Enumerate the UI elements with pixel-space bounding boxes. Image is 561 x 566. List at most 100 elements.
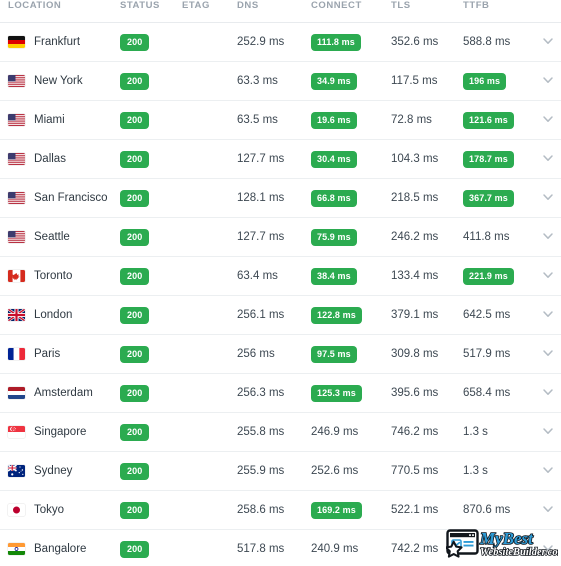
chevron-down-icon[interactable] <box>541 463 555 477</box>
chevron-down-icon[interactable] <box>541 151 555 165</box>
connect-badge: 34.9 ms <box>311 72 357 90</box>
location-name: San Francisco <box>34 192 108 204</box>
connect-badge: 125.3 ms <box>311 384 362 402</box>
status-badge: 200 <box>120 384 150 402</box>
expand-row-button[interactable] <box>535 530 561 566</box>
chevron-down-icon[interactable] <box>541 73 555 87</box>
column-header-status[interactable]: STATUS <box>120 0 182 23</box>
expand-row-button[interactable] <box>535 452 561 491</box>
table-row[interactable]: New York 200 63.3 ms 34.9 ms 117.5 ms 196 ms <box>0 62 561 101</box>
status-cell: 200 <box>120 413 182 452</box>
etag-cell <box>182 101 237 140</box>
connect-cell: 30.4 ms <box>311 140 391 179</box>
table-row[interactable]: Bangalore 200 517.8 ms 240.9 ms 742.2 ms <box>0 530 561 566</box>
location-cell: Seattle <box>0 218 120 257</box>
ttfb-cell: 121.6 ms <box>463 101 535 140</box>
expand-row-button[interactable] <box>535 335 561 374</box>
expand-row-button[interactable] <box>535 491 561 530</box>
dns-cell: 255.9 ms <box>237 465 285 477</box>
expand-row-button[interactable] <box>535 179 561 218</box>
etag-cell <box>182 452 237 491</box>
table-row[interactable]: Paris 200 256 ms 97.5 ms 309.8 ms 517.9 ms <box>0 335 561 374</box>
location-name: Seattle <box>34 231 70 243</box>
flag-us-icon <box>8 75 25 87</box>
chevron-down-icon[interactable] <box>541 385 555 399</box>
location-wrap: Frankfurt <box>8 36 120 48</box>
table-row[interactable]: Seattle 200 127.7 ms 75.9 ms 246.2 ms 411.8 m… <box>0 218 561 257</box>
location-name: Dallas <box>34 153 66 165</box>
ttfb-cell <box>463 530 535 566</box>
expand-row-button[interactable] <box>535 23 561 62</box>
expand-row-button[interactable] <box>535 413 561 452</box>
expand-row-button[interactable] <box>535 140 561 179</box>
location-performance-table: LOCATION STATUS ETAG DNS CONNECT TLS TTF… <box>0 0 561 566</box>
column-header-ttfb[interactable]: TTFB <box>463 0 535 23</box>
chevron-down-icon[interactable] <box>541 307 555 321</box>
status-cell: 200 <box>120 452 182 491</box>
dns-cell: 63.3 ms <box>237 75 278 87</box>
table-row[interactable]: Toronto 200 63.4 ms 38.4 ms 133.4 ms 221.9 ms <box>0 257 561 296</box>
chevron-down-icon[interactable] <box>541 229 555 243</box>
column-header-etag[interactable]: ETAG <box>182 0 237 23</box>
chevron-down-icon[interactable] <box>541 502 555 516</box>
table-row[interactable]: Tokyo 200 258.6 ms 169.2 ms 522.1 ms 870.6 ms <box>0 491 561 530</box>
status-badge: 200 <box>120 150 150 168</box>
location-cell: Paris <box>0 335 120 374</box>
table-row[interactable]: Frankfurt 200 252.9 ms 111.8 ms 352.6 ms 588.… <box>0 23 561 62</box>
chevron-down-icon[interactable] <box>541 112 555 126</box>
ttfb-cell: 517.9 ms <box>463 348 511 360</box>
table-row[interactable]: Sydney 200 255.9 ms 252.6 ms 770.5 ms 1.3 s <box>0 452 561 491</box>
column-header-tls[interactable]: TLS <box>391 0 463 23</box>
table-header-row: LOCATION STATUS ETAG DNS CONNECT TLS TTF… <box>0 0 561 23</box>
connect-cell: 111.8 ms <box>311 23 391 62</box>
expand-row-button[interactable] <box>535 218 561 257</box>
connect-badge: 30.4 ms <box>311 150 357 168</box>
expand-row-button[interactable] <box>535 257 561 296</box>
expand-row-button[interactable] <box>535 101 561 140</box>
status-cell: 200 <box>120 179 182 218</box>
expand-row-button[interactable] <box>535 374 561 413</box>
expand-row-button[interactable] <box>535 62 561 101</box>
location-wrap: Singapore <box>8 426 120 438</box>
table-row[interactable]: Singapore 200 255.8 ms 246.9 ms 746.2 ms 1.3 … <box>0 413 561 452</box>
etag-cell <box>182 218 237 257</box>
status-badge: 200 <box>120 306 150 324</box>
tls-cell: 72.8 ms <box>391 114 432 126</box>
location-wrap: London <box>8 309 120 321</box>
flag-us-icon <box>8 153 25 165</box>
expand-row-button[interactable] <box>535 296 561 335</box>
chevron-down-icon[interactable] <box>541 541 555 555</box>
table-row[interactable]: Amsterdam 200 256.3 ms 125.3 ms 395.6 ms 658.… <box>0 374 561 413</box>
location-wrap: New York <box>8 75 120 87</box>
chevron-down-icon[interactable] <box>541 34 555 48</box>
table-row[interactable]: Dallas 200 127.7 ms 30.4 ms 104.3 ms 178.7 ms <box>0 140 561 179</box>
location-wrap: Miami <box>8 114 120 126</box>
tls-cell: 742.2 ms <box>391 543 439 556</box>
column-header-location[interactable]: LOCATION <box>0 0 120 23</box>
chevron-down-icon[interactable] <box>541 268 555 282</box>
location-wrap: Tokyo <box>8 504 120 516</box>
chevron-down-icon[interactable] <box>541 346 555 360</box>
column-header-dns[interactable]: DNS <box>237 0 311 23</box>
status-cell: 200 <box>120 530 182 566</box>
column-header-connect[interactable]: CONNECT <box>311 0 391 23</box>
status-badge: 200 <box>120 267 150 285</box>
status-cell: 200 <box>120 374 182 413</box>
chevron-down-icon[interactable] <box>541 424 555 438</box>
connect-badge: 97.5 ms <box>311 345 357 363</box>
ttfb-cell: 221.9 ms <box>463 257 535 296</box>
table-row[interactable]: San Francisco 200 128.1 ms 66.8 ms 218.5 ms 3… <box>0 179 561 218</box>
flag-us-icon <box>8 114 25 126</box>
chevron-down-icon[interactable] <box>541 190 555 204</box>
table-row[interactable]: London 200 256.1 ms 122.8 ms 379.1 ms 642.5 m… <box>0 296 561 335</box>
etag-cell <box>182 23 237 62</box>
connect-cell: 19.6 ms <box>311 101 391 140</box>
status-cell: 200 <box>120 23 182 62</box>
flag-au-icon <box>8 465 25 477</box>
table-row[interactable]: Miami 200 63.5 ms 19.6 ms 72.8 ms 121.6 ms <box>0 101 561 140</box>
ttfb-cell: 411.8 ms <box>463 231 510 243</box>
status-badge: 200 <box>120 540 150 558</box>
location-cell: Singapore <box>0 413 120 452</box>
location-cell: Tokyo <box>0 491 120 530</box>
connect-badge: 38.4 ms <box>311 267 357 285</box>
